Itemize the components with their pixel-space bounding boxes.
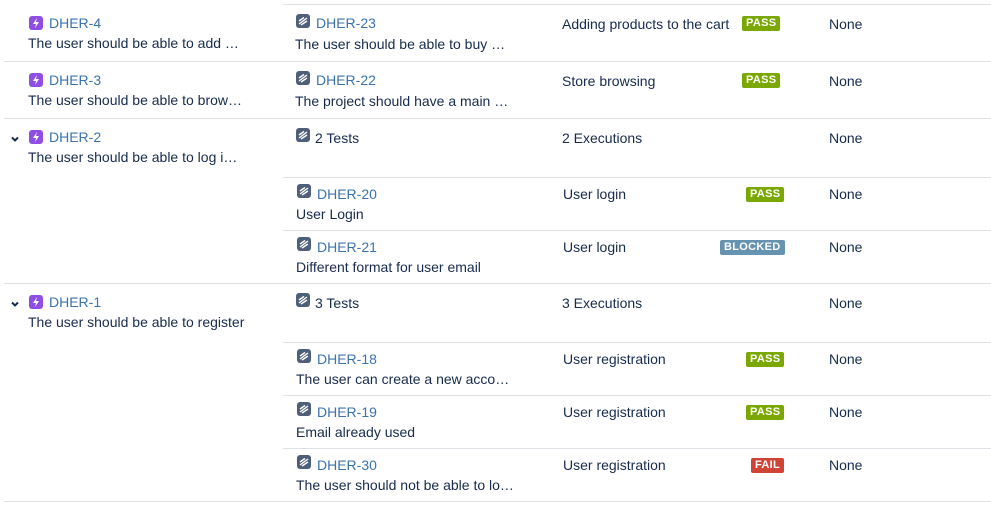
defects-value: None (829, 457, 863, 473)
defects-value: None (829, 295, 863, 311)
requirement-summary: The user should be able to log i… (28, 149, 238, 165)
status-badge: BLOCKED (720, 240, 785, 255)
executions-count: 2 Executions (562, 130, 643, 146)
table-row (4, 61, 991, 119)
test-execution-label: User registration (563, 351, 666, 367)
chevron-down-icon[interactable] (9, 298, 21, 310)
test-key-link[interactable]: DHER-18 (317, 350, 377, 368)
test-icon (297, 402, 311, 416)
test-icon (296, 128, 310, 142)
test-execution-label: Store browsing (562, 73, 656, 89)
test-execution-label: User registration (563, 404, 666, 420)
test-summary: User Login (296, 206, 364, 222)
defects-value: None (829, 73, 863, 89)
requirement-summary: The user should be able to register (28, 314, 245, 330)
test-key-link[interactable]: DHER-20 (317, 185, 377, 203)
defects-value: None (829, 130, 863, 146)
chevron-down-icon[interactable] (9, 133, 21, 145)
defects-value: None (829, 239, 863, 255)
requirement-key-link[interactable]: DHER-1 (49, 293, 101, 311)
test-icon (297, 237, 311, 251)
status-badge: FAIL (751, 458, 785, 473)
requirement-summary: The user should be able to brow… (28, 92, 243, 108)
test-icon (297, 184, 311, 198)
requirement-key-link[interactable]: DHER-2 (49, 128, 101, 146)
test-execution-label: Adding products to the cart (562, 16, 730, 32)
status-badge: PASS (746, 352, 785, 367)
test-key-link[interactable]: DHER-19 (317, 403, 377, 421)
row-divider (283, 283, 991, 343)
status-badge: PASS (742, 16, 781, 31)
story-icon (29, 130, 43, 144)
test-icon (296, 71, 310, 85)
test-summary: The user should be able to buy … (295, 36, 506, 52)
table-row (283, 177, 991, 231)
story-icon (29, 295, 43, 309)
test-icon (297, 455, 311, 469)
test-summary: Email already used (296, 424, 416, 440)
requirement-summary: The user should be able to add … (28, 35, 239, 51)
test-icon (296, 14, 310, 28)
tests-count: 3 Tests (315, 295, 360, 311)
status-badge: PASS (746, 187, 785, 202)
test-summary: The user can create a new acco… (296, 371, 510, 387)
defects-value: None (829, 16, 863, 32)
test-summary: The project should have a main … (295, 93, 509, 109)
executions-count: 3 Executions (562, 295, 643, 311)
tests-count: 2 Tests (315, 130, 360, 146)
test-key-link[interactable]: DHER-21 (317, 238, 377, 256)
defects-value: None (829, 404, 863, 420)
test-icon (297, 349, 311, 363)
test-key-link[interactable]: DHER-23 (316, 14, 376, 32)
story-icon (29, 16, 43, 30)
row-divider (283, 118, 991, 178)
requirement-key-link[interactable]: DHER-4 (49, 14, 101, 32)
test-icon (296, 293, 310, 307)
test-key-link[interactable]: DHER-30 (317, 456, 377, 474)
test-summary: Different format for user email (296, 259, 481, 275)
test-execution-label: User login (563, 239, 627, 255)
requirement-key-link[interactable]: DHER-3 (49, 71, 101, 89)
story-icon (29, 73, 43, 87)
test-execution-label: User login (563, 186, 627, 202)
test-key-link[interactable]: DHER-22 (316, 71, 376, 89)
status-badge: PASS (746, 405, 785, 420)
defects-value: None (829, 351, 863, 367)
test-execution-label: User registration (563, 457, 666, 473)
defects-value: None (829, 186, 863, 202)
status-badge: PASS (742, 73, 781, 88)
test-summary: The user should not be able to lo… (296, 477, 514, 493)
